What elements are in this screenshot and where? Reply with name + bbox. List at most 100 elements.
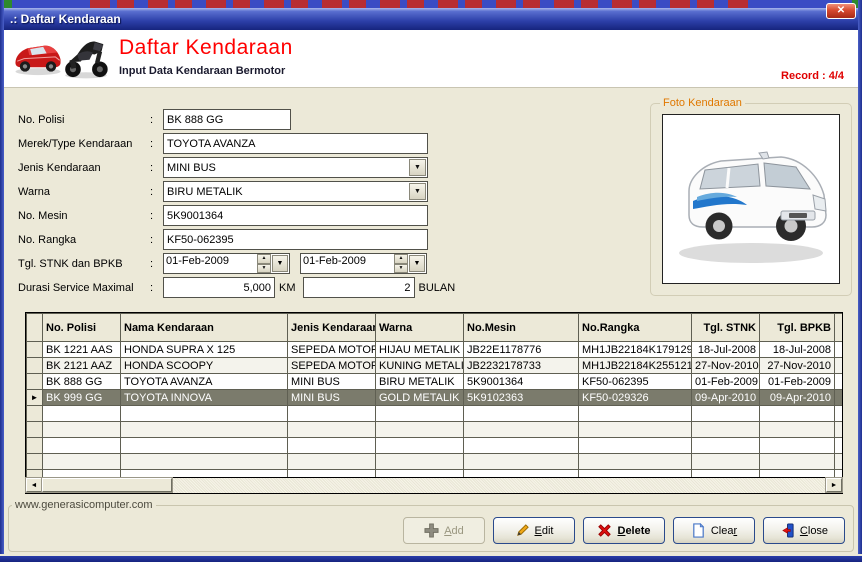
spin-down-icon[interactable]: ▼ <box>257 264 271 274</box>
no-polisi-input[interactable] <box>163 109 291 130</box>
table-cell[interactable]: BK 2121 AAZ <box>43 358 121 374</box>
table-cell[interactable]: SEPEDA MOTOR <box>288 342 376 358</box>
table-cell[interactable]: 5K9102363 <box>464 390 579 406</box>
no-rangka-input[interactable] <box>163 229 428 250</box>
table-cell[interactable] <box>376 406 464 422</box>
table-cell[interactable] <box>121 454 288 470</box>
table-cell[interactable] <box>43 406 121 422</box>
table-cell[interactable] <box>464 438 579 454</box>
table-cell[interactable]: SEPEDA MOTOR <box>288 358 376 374</box>
table-cell[interactable]: 27-Nov-2010 <box>692 358 760 374</box>
jenis-kendaraan-select[interactable]: MINI BUS ▼ <box>163 157 428 178</box>
table-cell[interactable] <box>121 406 288 422</box>
chevron-down-icon[interactable]: ▼ <box>409 159 426 176</box>
table-cell[interactable]: BIRU METALIK <box>376 374 464 390</box>
table-cell[interactable]: 01-Feb-2009 <box>760 374 835 390</box>
table-cell[interactable] <box>121 438 288 454</box>
table-cell[interactable] <box>376 422 464 438</box>
edit-button[interactable]: Edit <box>493 517 575 544</box>
table-cell[interactable]: HONDA SCOOPY <box>121 358 288 374</box>
calendar-dropdown-icon[interactable]: ▼ <box>409 255 425 272</box>
table-cell[interactable] <box>121 422 288 438</box>
row-selector-cell[interactable] <box>27 470 43 479</box>
tgl-bpkb-datepicker[interactable]: 01-Feb-2009 ▲ ▼ ▼ <box>300 253 427 274</box>
table-cell[interactable]: MH1JB22184K179129 <box>579 342 692 358</box>
table-cell[interactable] <box>760 454 835 470</box>
table-cell[interactable] <box>43 470 121 479</box>
row-selector-cell[interactable] <box>27 406 43 422</box>
scroll-left-icon[interactable]: ◄ <box>26 478 42 492</box>
selected-row-marker[interactable]: ► <box>27 390 43 406</box>
scrollbar-thumb[interactable] <box>42 478 172 492</box>
table-cell[interactable]: BK 1221 AAS <box>43 342 121 358</box>
delete-button[interactable]: Delete <box>583 517 665 544</box>
table-row[interactable]: BK 1221 AASHONDA SUPRA X 125SEPEDA MOTOR… <box>27 342 844 358</box>
spin-down-icon[interactable]: ▼ <box>394 264 408 274</box>
titlebar[interactable]: .: Daftar Kendaraan <box>4 8 858 30</box>
table-cell[interactable]: BK 888 GG <box>43 374 121 390</box>
table-cell[interactable] <box>579 438 692 454</box>
warna-select[interactable]: BIRU METALIK ▼ <box>163 181 428 202</box>
row-selector-cell[interactable] <box>27 374 43 390</box>
table-cell[interactable] <box>43 422 121 438</box>
chevron-down-icon[interactable]: ▼ <box>409 183 426 200</box>
table-cell[interactable] <box>464 470 579 479</box>
table-row[interactable] <box>27 454 844 470</box>
table-row[interactable] <box>27 422 844 438</box>
table-row[interactable] <box>27 470 844 479</box>
table-cell[interactable] <box>376 470 464 479</box>
tgl-stnk-datepicker[interactable]: 01-Feb-2009 ▲ ▼ ▼ <box>163 253 290 274</box>
row-selector-cell[interactable] <box>27 438 43 454</box>
table-cell[interactable] <box>692 438 760 454</box>
table-cell[interactable]: MH1JB22184K255121 <box>579 358 692 374</box>
table-cell[interactable] <box>760 422 835 438</box>
durasi-km-input[interactable] <box>163 277 275 298</box>
table-horizontal-scrollbar[interactable]: ◄ ► <box>25 478 843 494</box>
table-cell[interactable] <box>376 454 464 470</box>
table-cell[interactable]: JB22E1178776 <box>464 342 579 358</box>
table-cell[interactable] <box>692 454 760 470</box>
spin-up-icon[interactable]: ▲ <box>257 254 271 264</box>
table-cell[interactable] <box>579 454 692 470</box>
table-cell[interactable] <box>288 438 376 454</box>
table-cell[interactable] <box>376 438 464 454</box>
table-cell[interactable] <box>288 406 376 422</box>
table-cell[interactable] <box>43 454 121 470</box>
table-cell[interactable]: KUNING METALIK <box>376 358 464 374</box>
table-cell[interactable] <box>579 422 692 438</box>
row-selector-cell[interactable] <box>27 422 43 438</box>
table-cell[interactable] <box>760 438 835 454</box>
table-cell[interactable]: JB2232178733 <box>464 358 579 374</box>
table-cell[interactable]: TOYOTA AVANZA <box>121 374 288 390</box>
scroll-right-icon[interactable]: ► <box>826 478 842 492</box>
table-cell[interactable]: 18-Jul-2008 <box>692 342 760 358</box>
close-button[interactable]: Close <box>763 517 845 544</box>
table-cell[interactable] <box>43 438 121 454</box>
table-cell[interactable]: MINI BUS <box>288 390 376 406</box>
table-cell[interactable]: HIJAU METALIK <box>376 342 464 358</box>
durasi-bulan-input[interactable] <box>303 277 415 298</box>
table-cell[interactable] <box>288 422 376 438</box>
table-row[interactable] <box>27 406 844 422</box>
table-cell[interactable]: GOLD METALIK <box>376 390 464 406</box>
table-cell[interactable]: 18-Jul-2008 <box>760 342 835 358</box>
table-cell[interactable]: KF50-029326 <box>579 390 692 406</box>
table-row[interactable]: BK 2121 AAZHONDA SCOOPYSEPEDA MOTORKUNIN… <box>27 358 844 374</box>
table-cell[interactable] <box>464 454 579 470</box>
table-cell[interactable] <box>579 406 692 422</box>
calendar-dropdown-icon[interactable]: ▼ <box>272 255 288 272</box>
table-cell[interactable]: 09-Apr-2010 <box>760 390 835 406</box>
table-cell[interactable] <box>579 470 692 479</box>
table-cell[interactable]: 09-Apr-2010 <box>692 390 760 406</box>
table-cell[interactable]: MINI BUS <box>288 374 376 390</box>
table-cell[interactable] <box>760 406 835 422</box>
table-cell[interactable]: KF50-062395 <box>579 374 692 390</box>
table-cell[interactable]: TOYOTA INNOVA <box>121 390 288 406</box>
table-cell[interactable]: 27-Nov-2010 <box>760 358 835 374</box>
clear-button[interactable]: Clear <box>673 517 755 544</box>
no-mesin-input[interactable] <box>163 205 428 226</box>
table-cell[interactable] <box>464 422 579 438</box>
table-row[interactable]: BK 888 GGTOYOTA AVANZAMINI BUSBIRU METAL… <box>27 374 844 390</box>
table-cell[interactable]: 5K9001364 <box>464 374 579 390</box>
table-cell[interactable] <box>288 470 376 479</box>
